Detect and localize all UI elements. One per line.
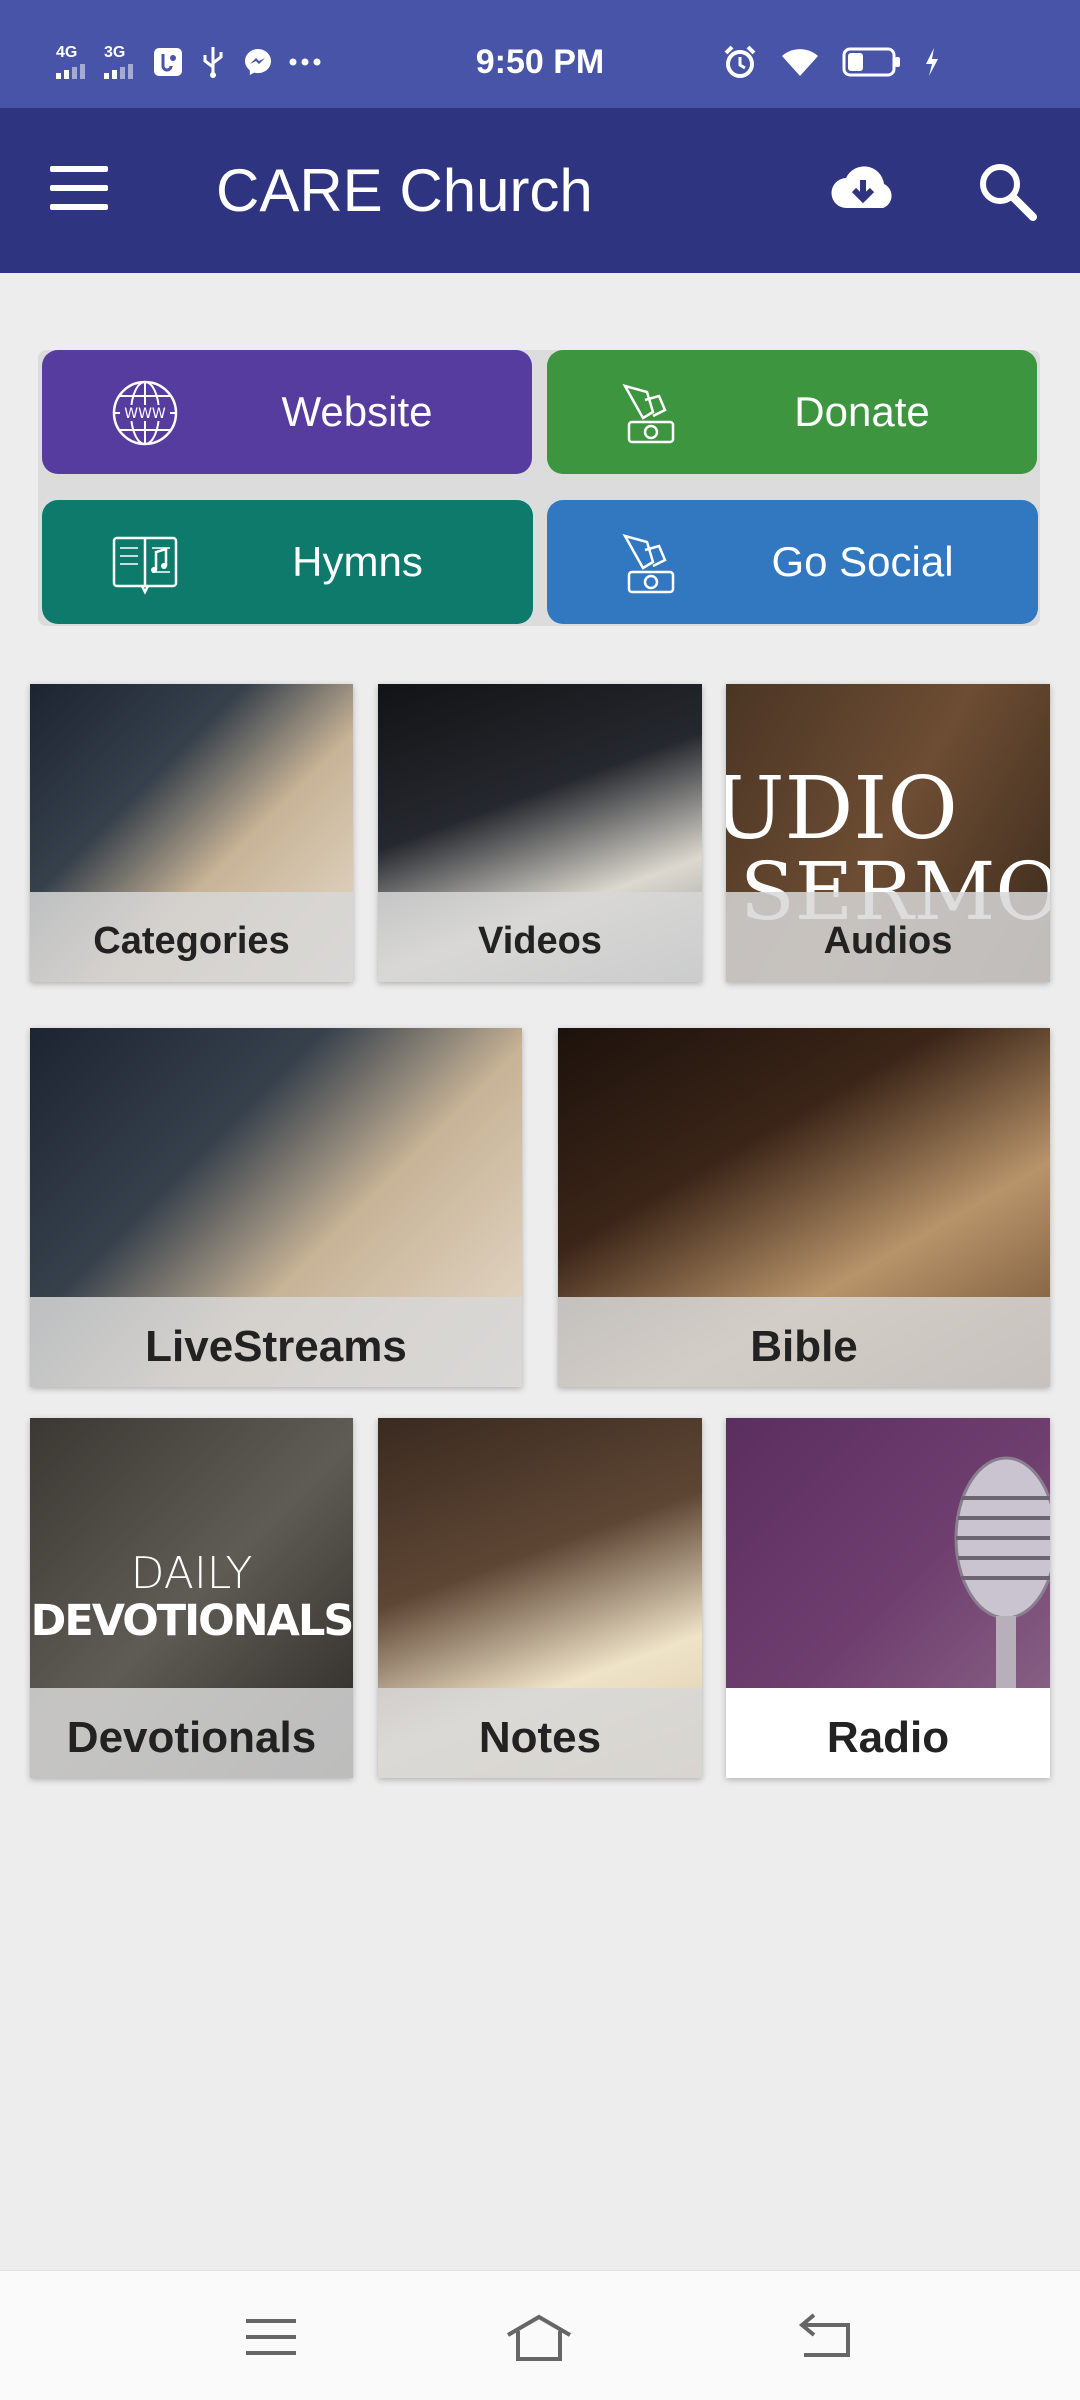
social-hand-icon [622, 534, 675, 594]
hymns-button[interactable]: Hymns [42, 500, 533, 624]
wifi-icon [782, 49, 818, 76]
status-right-icons [722, 38, 940, 86]
videos-tile[interactable]: Videos [378, 684, 702, 982]
notes-label: Notes [378, 1688, 702, 1778]
alarm-icon [724, 45, 756, 78]
radio-tile[interactable]: Radio [726, 1418, 1050, 1778]
videos-label: Videos [378, 892, 702, 982]
audios-tile[interactable]: UDIO SERMON Audios [726, 684, 1050, 982]
bible-tile[interactable]: Bible [558, 1028, 1050, 1387]
categories-label: Categories [30, 892, 353, 982]
hymns-label: Hymns [292, 538, 423, 585]
microphone-image [954, 1456, 1050, 1706]
website-label: Website [281, 388, 433, 435]
recent-apps-icon [246, 2319, 296, 2355]
svg-text:WWW: WWW [124, 406, 166, 422]
menu-button[interactable] [50, 166, 110, 216]
back-button[interactable] [790, 2309, 860, 2365]
app-bar: CARE Church [0, 108, 1080, 273]
cloud-download-icon [831, 166, 892, 209]
home-icon [506, 2314, 572, 2361]
globe-www-icon: WWW [112, 380, 178, 446]
categories-tile[interactable]: Categories [30, 684, 353, 982]
go-social-button[interactable]: Go Social [547, 500, 1038, 624]
home-button[interactable] [504, 2309, 574, 2365]
status-bar: 4G 3G 9:50 PM [0, 0, 1080, 108]
devotionals-tile[interactable]: DAILY DEVOTIONALS Devotionals [30, 1418, 353, 1778]
charging-icon [926, 48, 938, 76]
system-nav-bar [0, 2270, 1080, 2400]
bible-label: Bible [558, 1297, 1050, 1387]
devotionals-image-text-1: DAILY [130, 1548, 253, 1599]
donate-label: Donate [794, 388, 930, 435]
back-icon [798, 2313, 850, 2357]
notes-tile[interactable]: Notes [378, 1418, 702, 1778]
app-title: CARE Church [216, 157, 593, 224]
website-button[interactable]: WWW Website [42, 350, 532, 474]
donate-hand-icon [622, 384, 675, 444]
go-social-label: Go Social [771, 538, 954, 585]
livestreams-tile[interactable]: LiveStreams [30, 1028, 522, 1387]
menu-icon [50, 166, 108, 172]
audios-label: Audios [726, 892, 1050, 982]
radio-label: Radio [726, 1688, 1050, 1778]
audios-image-text-1: UDIO [726, 759, 958, 859]
recent-apps-button[interactable] [236, 2309, 306, 2365]
hymn-book-icon [112, 536, 178, 595]
livestreams-label: LiveStreams [30, 1297, 522, 1387]
download-button[interactable] [826, 160, 900, 220]
search-icon [980, 164, 1037, 221]
search-button[interactable] [976, 160, 1038, 222]
battery-icon [842, 47, 900, 77]
devotionals-label: Devotionals [30, 1688, 353, 1778]
donate-button[interactable]: Donate [547, 350, 1037, 474]
devotionals-image-text-2: DEVOTIONALS [30, 1596, 353, 1646]
